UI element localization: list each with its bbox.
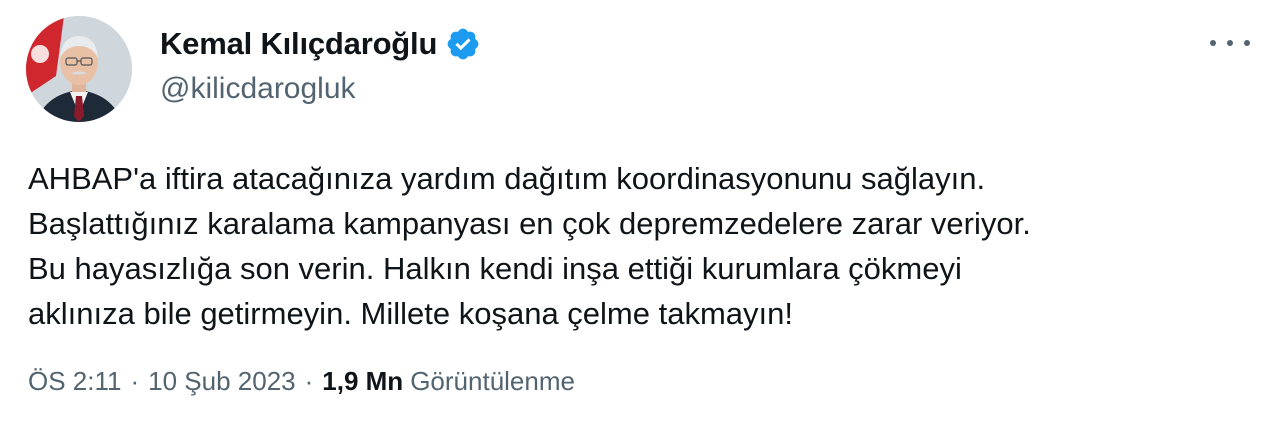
views-count: 1,9 Mn: [322, 366, 404, 396]
views-label: Görüntülenme: [410, 366, 575, 396]
tweet-meta: ÖS 2:11 · 10 Şub 2023 · 1,9 Mn Görüntüle…: [28, 366, 575, 397]
tweet-card: Kemal Kılıçdaroğlu @kilicdarogluk AHBAP'…: [0, 0, 1280, 435]
more-dot: [1244, 40, 1250, 46]
tweet-text: AHBAP'a iftira atacağınıza yardım dağıtı…: [28, 156, 1258, 336]
tweet-date[interactable]: 10 Şub 2023: [148, 366, 295, 397]
handle[interactable]: @kilicdarogluk: [160, 72, 481, 106]
avatar[interactable]: [26, 16, 132, 122]
meta-separator: ·: [304, 366, 314, 396]
tweet-text-line: Başlattığınız karalama kampanyası en çok…: [28, 206, 1031, 241]
author-block: Kemal Kılıçdaroğlu @kilicdarogluk: [160, 22, 481, 106]
verified-badge-icon[interactable]: [445, 26, 481, 62]
name-row: Kemal Kılıçdaroğlu: [160, 22, 481, 66]
tweet-time[interactable]: ÖS 2:11: [28, 366, 121, 397]
tweet-text-line: AHBAP'a iftira atacağınıza yardım dağıtı…: [28, 161, 986, 196]
tweet-text-line: aklınıza bile getirmeyin. Millete koşana…: [28, 296, 793, 331]
meta-separator: ·: [130, 366, 140, 396]
more-dot: [1227, 40, 1233, 46]
more-options-icon[interactable]: [1210, 28, 1250, 58]
more-dot: [1210, 40, 1216, 46]
avatar-image: [26, 16, 132, 122]
display-name[interactable]: Kemal Kılıçdaroğlu: [160, 26, 437, 62]
tweet-text-line: Bu hayasızlığa son verin. Halkın kendi i…: [28, 251, 962, 286]
